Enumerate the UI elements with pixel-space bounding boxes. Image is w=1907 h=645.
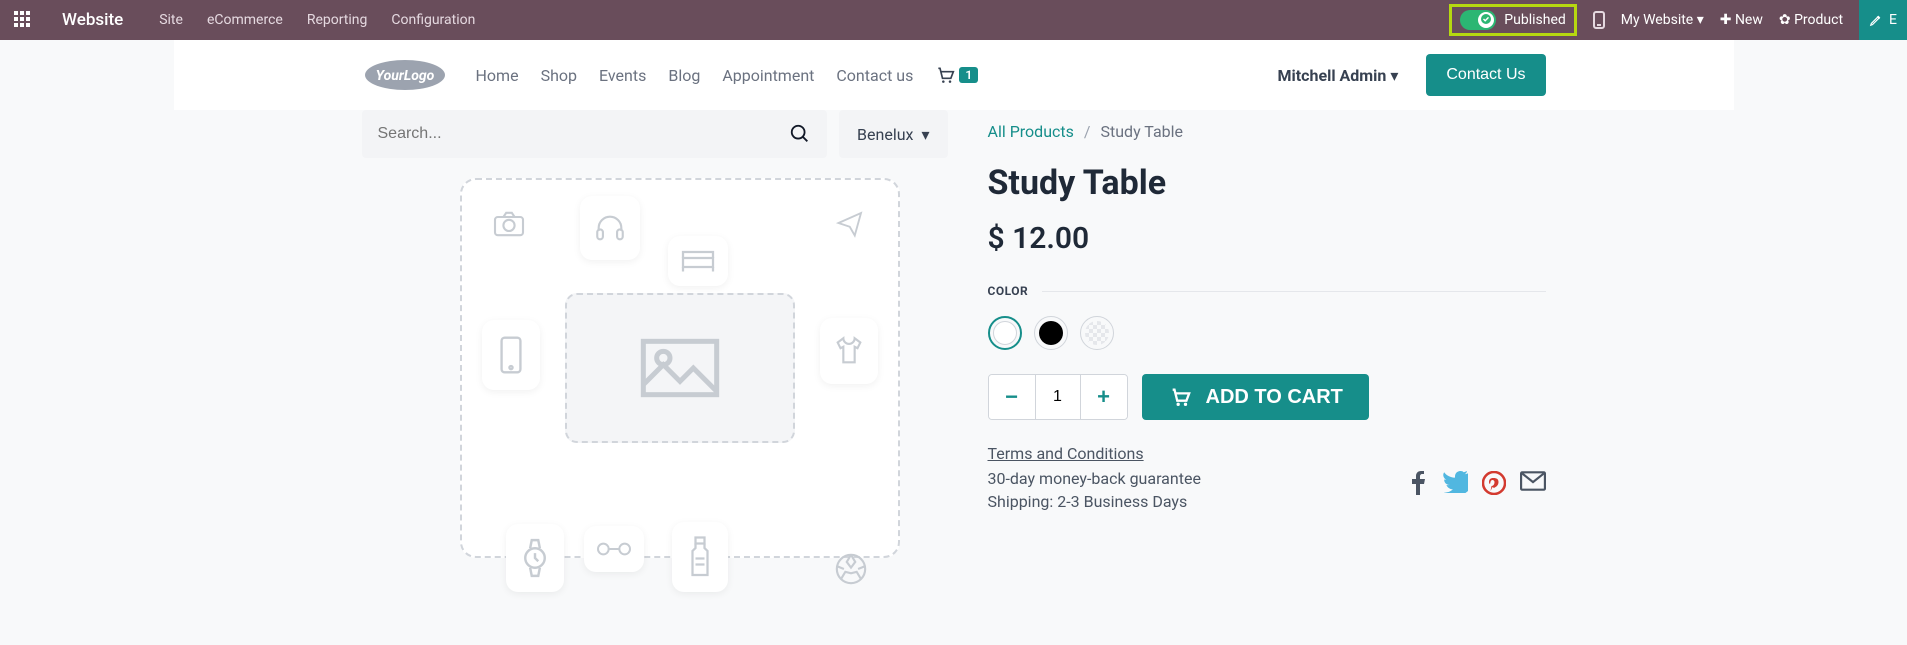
nav-events[interactable]: Events xyxy=(599,66,646,85)
search-icon[interactable] xyxy=(789,123,811,145)
color-attribute-row: COLOR xyxy=(988,284,1546,298)
color-label: COLOR xyxy=(988,284,1029,298)
product-button[interactable]: ✿ Product xyxy=(1779,12,1843,28)
breadcrumb-current: Study Table xyxy=(1101,122,1184,141)
product-image-placeholder[interactable] xyxy=(460,178,900,558)
camera-icon xyxy=(492,210,526,238)
site-logo[interactable]: YourLogo xyxy=(362,57,448,93)
product-title: Study Table xyxy=(988,163,1546,203)
svg-text:YourLogo: YourLogo xyxy=(375,68,434,84)
menu-reporting[interactable]: Reporting xyxy=(307,12,368,28)
top-bar: Website Site eCommerce Reporting Configu… xyxy=(0,0,1907,40)
tshirt-icon xyxy=(820,318,878,384)
app-brand[interactable]: Website xyxy=(62,10,123,30)
published-label: Published xyxy=(1504,12,1565,28)
qty-minus-button[interactable]: − xyxy=(989,375,1035,419)
facebook-icon[interactable] xyxy=(1408,471,1428,495)
location-dropdown[interactable]: Benelux ▾ xyxy=(839,110,947,158)
site-nav: Home Shop Events Blog Appointment Contac… xyxy=(476,66,914,85)
qty-input[interactable] xyxy=(1035,375,1081,419)
my-website-dropdown[interactable]: My Website ▾ xyxy=(1621,12,1704,28)
site-header: YourLogo Home Shop Events Blog Appointme… xyxy=(174,40,1734,110)
glasses-icon xyxy=(584,526,644,572)
edit-button[interactable]: E xyxy=(1859,0,1907,40)
search-input[interactable] xyxy=(378,125,790,143)
caret-down-icon: ▾ xyxy=(921,125,929,144)
email-icon[interactable] xyxy=(1520,471,1546,491)
menu-site[interactable]: Site xyxy=(159,12,183,28)
new-button[interactable]: ✚ New xyxy=(1720,12,1763,28)
swatch-black[interactable] xyxy=(1034,316,1068,350)
twitter-icon[interactable] xyxy=(1442,471,1468,493)
plane-icon xyxy=(834,208,868,238)
qty-plus-button[interactable]: + xyxy=(1081,375,1127,419)
social-share xyxy=(1408,471,1546,495)
bed-icon xyxy=(668,236,728,286)
swatch-white[interactable] xyxy=(988,316,1022,350)
check-icon xyxy=(1481,14,1491,24)
apps-icon[interactable] xyxy=(14,11,32,29)
published-toggle-group[interactable]: Published xyxy=(1449,4,1576,36)
product-price: $ 12.00 xyxy=(988,221,1546,256)
nav-contact[interactable]: Contact us xyxy=(836,66,913,85)
headphones-icon xyxy=(580,196,640,260)
breadcrumb-separator: / xyxy=(1084,122,1091,141)
quantity-stepper: − + xyxy=(988,374,1128,420)
mobile-preview-icon[interactable] xyxy=(1593,11,1605,29)
phone-icon xyxy=(482,320,540,390)
breadcrumb: All Products / Study Table xyxy=(988,122,1546,141)
menu-configuration[interactable]: Configuration xyxy=(391,12,475,28)
bottle-icon xyxy=(672,522,728,592)
swatch-transparent[interactable] xyxy=(1080,316,1114,350)
menu-ecommerce[interactable]: eCommerce xyxy=(207,12,283,28)
add-to-cart-button[interactable]: ADD TO CART xyxy=(1142,374,1369,420)
cart-count: 1 xyxy=(959,67,978,83)
published-toggle[interactable] xyxy=(1460,10,1496,30)
user-menu[interactable]: Mitchell Admin ▾ xyxy=(1278,66,1399,85)
nav-appointment[interactable]: Appointment xyxy=(722,66,814,85)
divider xyxy=(1042,291,1545,292)
image-icon xyxy=(565,293,795,443)
cart-icon xyxy=(935,65,955,85)
nav-blog[interactable]: Blog xyxy=(668,66,700,85)
terms-link[interactable]: Terms and Conditions xyxy=(988,444,1546,463)
contact-us-button[interactable]: Contact Us xyxy=(1426,54,1545,96)
ball-icon xyxy=(834,552,868,586)
watch-icon xyxy=(506,524,564,592)
main-content: Benelux ▾ All Products / xyxy=(174,110,1734,558)
pinterest-icon[interactable] xyxy=(1482,471,1506,495)
cart-icon xyxy=(1168,386,1192,408)
breadcrumb-root[interactable]: All Products xyxy=(988,122,1074,141)
nav-shop[interactable]: Shop xyxy=(541,66,577,85)
pencil-icon xyxy=(1869,13,1883,27)
nav-home[interactable]: Home xyxy=(476,66,519,85)
color-swatches xyxy=(988,316,1546,350)
search-field-wrap xyxy=(362,110,828,158)
cart-button[interactable]: 1 xyxy=(935,65,978,85)
